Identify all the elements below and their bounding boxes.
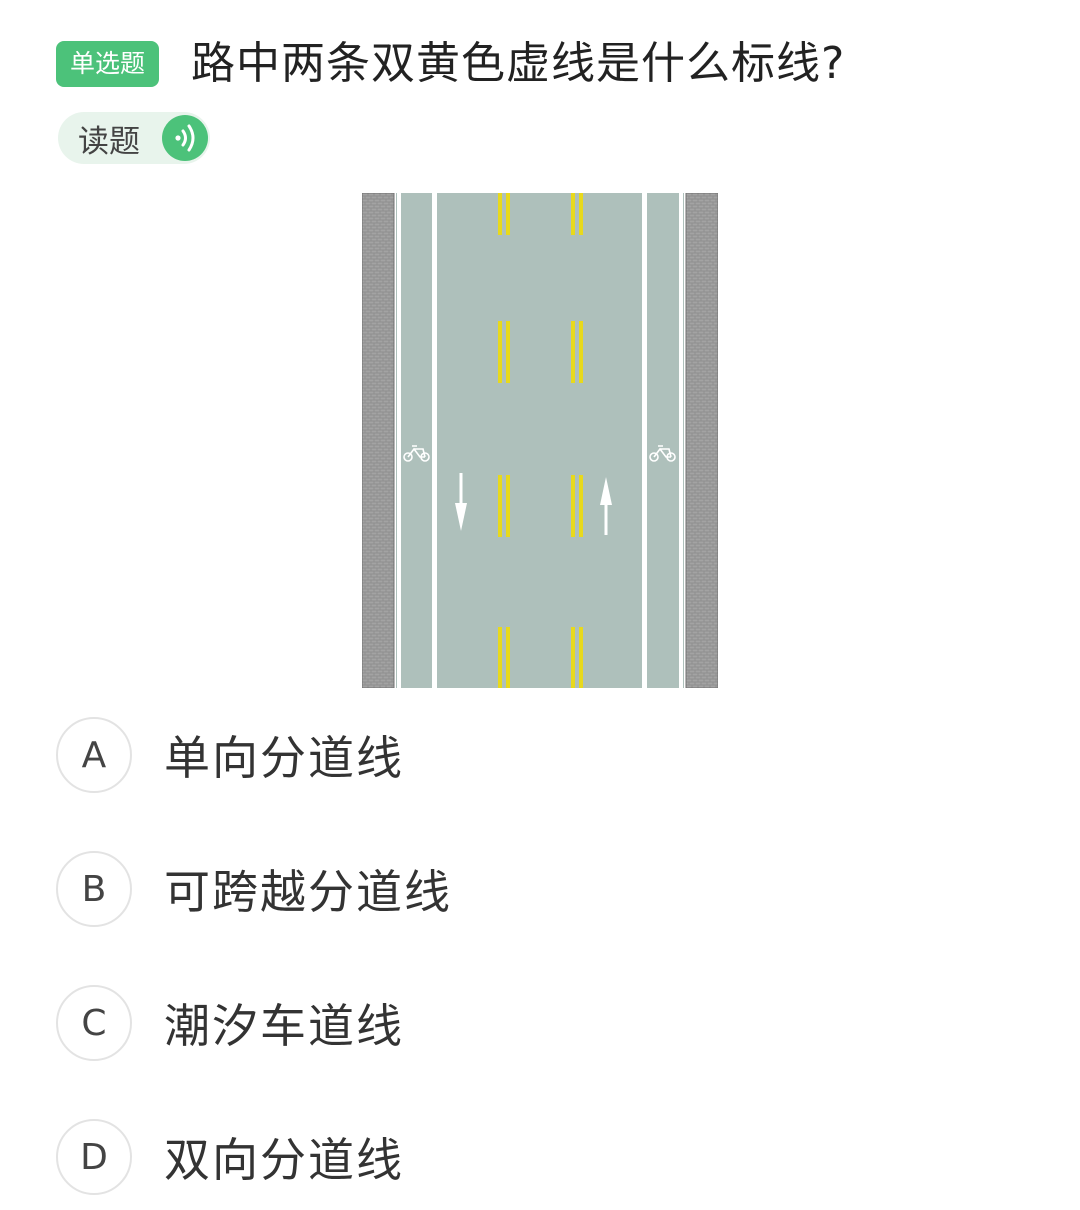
option-letter: C <box>56 985 132 1061</box>
question-text: 路中两条双黄色虚线是什么标线? <box>191 38 846 89</box>
curb-left <box>361 192 395 689</box>
question-type-tag: 单选题 <box>56 41 160 87</box>
question-header: 单选题 路中两条双黄色虚线是什么标线? <box>56 34 845 94</box>
option-text: 双向分道线 <box>164 1133 404 1187</box>
option-b[interactable]: B 可跨越分道线 <box>56 851 452 927</box>
option-text: 潮汐车道线 <box>164 999 404 1053</box>
option-letter: B <box>56 851 132 927</box>
option-c[interactable]: C 潮汐车道线 <box>56 985 404 1061</box>
road-marking-illustration <box>361 192 719 692</box>
option-letter: A <box>56 717 132 793</box>
speaker-icon <box>162 115 208 161</box>
road-surface <box>396 193 684 688</box>
option-letter: D <box>56 1119 132 1195</box>
option-text: 可跨越分道线 <box>164 865 452 919</box>
option-text: 单向分道线 <box>164 731 404 785</box>
curb-right <box>685 192 719 689</box>
read-question-label: 读题 <box>78 123 140 160</box>
option-d[interactable]: D 双向分道线 <box>56 1119 404 1195</box>
option-a[interactable]: A 单向分道线 <box>56 717 404 793</box>
read-question-button[interactable]: 读题 <box>58 112 210 164</box>
